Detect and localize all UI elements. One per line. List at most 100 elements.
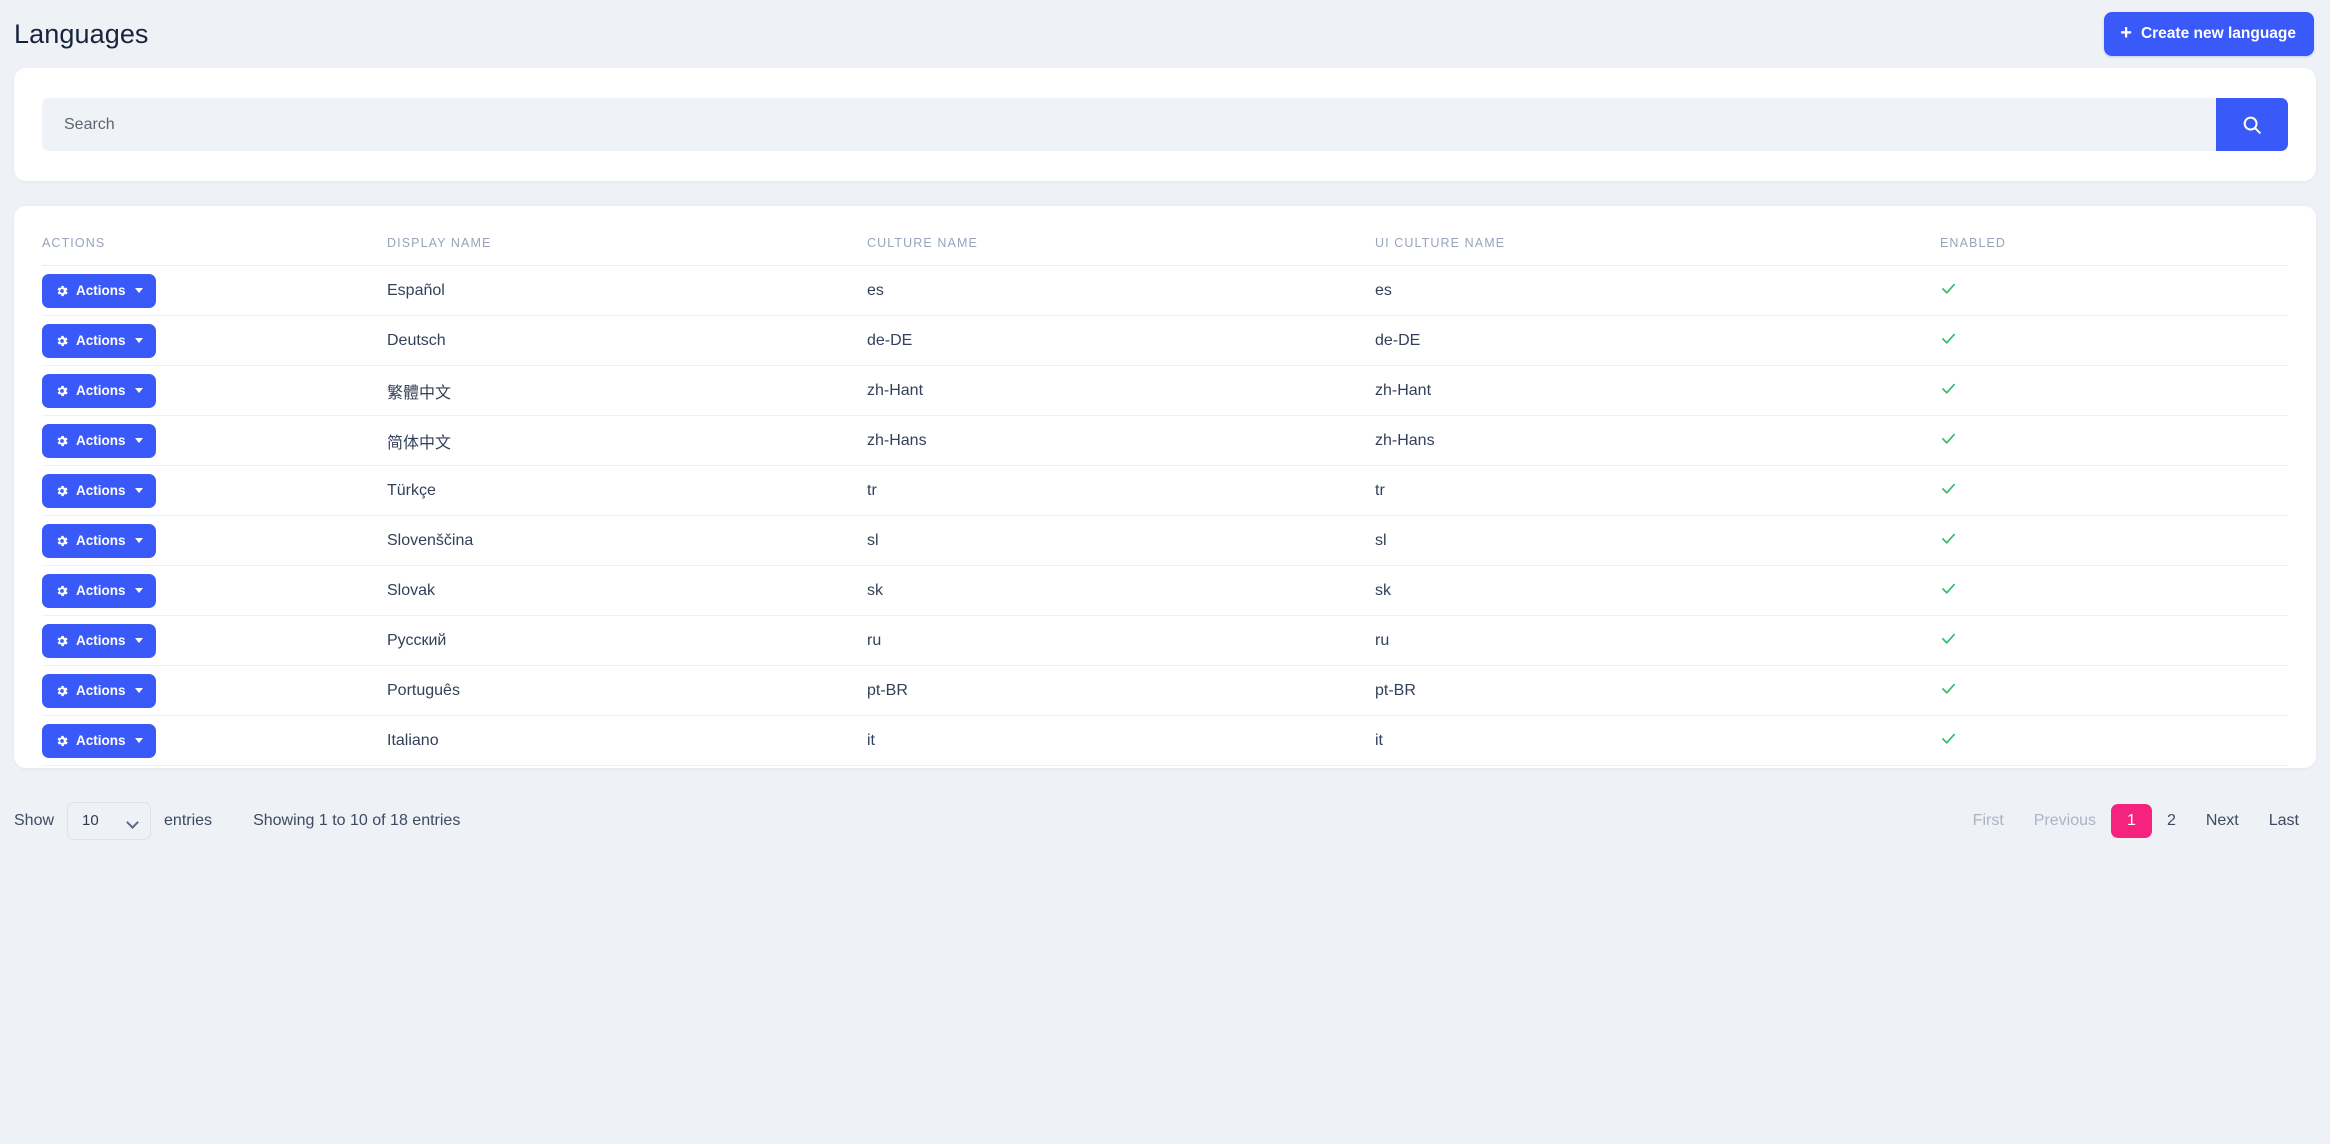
- cell-ui-culture-name: zh-Hans: [1375, 416, 1940, 466]
- cell-enabled: [1940, 266, 2288, 316]
- page-length-select[interactable]: 102550100: [67, 802, 151, 841]
- cell-display-name: Türkçe: [387, 466, 867, 516]
- cell-enabled: [1940, 566, 2288, 616]
- table-row: ActionsTürkçetrtr: [42, 466, 2288, 516]
- table-row: Actions繁體中文zh-Hantzh-Hant: [42, 366, 2288, 416]
- actions-button-label: Actions: [76, 534, 126, 548]
- check-icon: [1940, 380, 1957, 397]
- cell-actions: Actions: [42, 566, 387, 616]
- actions-button[interactable]: Actions: [42, 674, 156, 708]
- actions-button[interactable]: Actions: [42, 324, 156, 358]
- gear-icon: [55, 334, 69, 348]
- cell-culture-name: zh-Hans: [867, 416, 1375, 466]
- cell-ui-culture-name: ru: [1375, 616, 1940, 666]
- actions-button[interactable]: Actions: [42, 474, 156, 508]
- check-icon: [1940, 530, 1957, 547]
- table-row: ActionsEspañoleses: [42, 266, 2288, 316]
- check-icon: [1940, 730, 1957, 747]
- check-icon: [1940, 580, 1957, 597]
- search-input[interactable]: [42, 98, 2216, 151]
- check-icon: [1940, 630, 1957, 647]
- cell-culture-name: sk: [867, 566, 1375, 616]
- page-length-select-wrapper: 102550100: [67, 802, 151, 841]
- actions-button[interactable]: Actions: [42, 374, 156, 408]
- actions-button-label: Actions: [76, 334, 126, 348]
- search-icon: [2241, 114, 2263, 136]
- pagination-first[interactable]: First: [1958, 804, 2019, 838]
- pagination-page-1[interactable]: 1: [2111, 804, 2152, 838]
- caret-down-icon: [135, 488, 143, 493]
- caret-down-icon: [135, 338, 143, 343]
- search-card: [14, 68, 2316, 181]
- caret-down-icon: [135, 288, 143, 293]
- gear-icon: [55, 534, 69, 548]
- table-row: ActionsSlovaksksk: [42, 566, 2288, 616]
- actions-button-label: Actions: [76, 484, 126, 498]
- pagination-next[interactable]: Next: [2191, 804, 2254, 838]
- actions-button-label: Actions: [76, 284, 126, 298]
- actions-button[interactable]: Actions: [42, 574, 156, 608]
- caret-down-icon: [135, 388, 143, 393]
- table-row: ActionsPortuguêspt-BRpt-BR: [42, 666, 2288, 716]
- actions-button-label: Actions: [76, 584, 126, 598]
- cell-enabled: [1940, 316, 2288, 366]
- cell-display-name: Русский: [387, 616, 867, 666]
- pagination-page-2[interactable]: 2: [2152, 804, 2191, 838]
- actions-button-label: Actions: [76, 734, 126, 748]
- cell-culture-name: sl: [867, 516, 1375, 566]
- cell-enabled: [1940, 616, 2288, 666]
- actions-button[interactable]: Actions: [42, 274, 156, 308]
- gear-icon: [55, 484, 69, 498]
- cell-display-name: 繁體中文: [387, 366, 867, 416]
- cell-enabled: [1940, 516, 2288, 566]
- actions-button[interactable]: Actions: [42, 524, 156, 558]
- actions-button[interactable]: Actions: [42, 424, 156, 458]
- cell-culture-name: pt-BR: [867, 666, 1375, 716]
- actions-button[interactable]: Actions: [42, 724, 156, 758]
- languages-table: ACTIONS DISPLAY NAME CULTURE NAME UI CUL…: [42, 206, 2288, 766]
- create-new-language-button[interactable]: + Create new language: [2104, 12, 2314, 56]
- pagination-last[interactable]: Last: [2254, 804, 2314, 838]
- column-header-actions: ACTIONS: [42, 206, 387, 266]
- cell-display-name: Italiano: [387, 716, 867, 766]
- table-row: ActionsРусскийruru: [42, 616, 2288, 666]
- actions-button-label: Actions: [76, 434, 126, 448]
- pagination-previous[interactable]: Previous: [2019, 804, 2111, 838]
- gear-icon: [55, 384, 69, 398]
- create-new-language-label: Create new language: [2141, 26, 2296, 42]
- footer-left: Show 102550100 entries Showing 1 to 10 o…: [14, 802, 460, 841]
- column-header-ui-culture-name: UI CULTURE NAME: [1375, 206, 1940, 266]
- cell-display-name: Slovenščina: [387, 516, 867, 566]
- gear-icon: [55, 434, 69, 448]
- cell-display-name: Português: [387, 666, 867, 716]
- cell-culture-name: it: [867, 716, 1375, 766]
- showing-entries-info: Showing 1 to 10 of 18 entries: [253, 812, 460, 830]
- cell-actions: Actions: [42, 316, 387, 366]
- caret-down-icon: [135, 588, 143, 593]
- cell-actions: Actions: [42, 616, 387, 666]
- cell-actions: Actions: [42, 666, 387, 716]
- search-button[interactable]: [2216, 98, 2288, 151]
- table-header-row: ACTIONS DISPLAY NAME CULTURE NAME UI CUL…: [42, 206, 2288, 266]
- gear-icon: [55, 734, 69, 748]
- table-row: ActionsSlovenščinaslsl: [42, 516, 2288, 566]
- actions-button-label: Actions: [76, 684, 126, 698]
- cell-display-name: Deutsch: [387, 316, 867, 366]
- pagination: First Previous 1 2 Next Last: [1958, 804, 2314, 838]
- cell-culture-name: ru: [867, 616, 1375, 666]
- column-header-enabled: ENABLED: [1940, 206, 2288, 266]
- cell-actions: Actions: [42, 366, 387, 416]
- cell-culture-name: de-DE: [867, 316, 1375, 366]
- cell-display-name: Slovak: [387, 566, 867, 616]
- plus-icon: +: [2120, 23, 2132, 43]
- caret-down-icon: [135, 738, 143, 743]
- cell-ui-culture-name: tr: [1375, 466, 1940, 516]
- table-body: ActionsEspañolesesActionsDeutschde-DEde-…: [42, 266, 2288, 766]
- cell-culture-name: es: [867, 266, 1375, 316]
- cell-ui-culture-name: pt-BR: [1375, 666, 1940, 716]
- check-icon: [1940, 330, 1957, 347]
- cell-display-name: 简体中文: [387, 416, 867, 466]
- caret-down-icon: [135, 638, 143, 643]
- actions-button[interactable]: Actions: [42, 624, 156, 658]
- column-header-culture-name: CULTURE NAME: [867, 206, 1375, 266]
